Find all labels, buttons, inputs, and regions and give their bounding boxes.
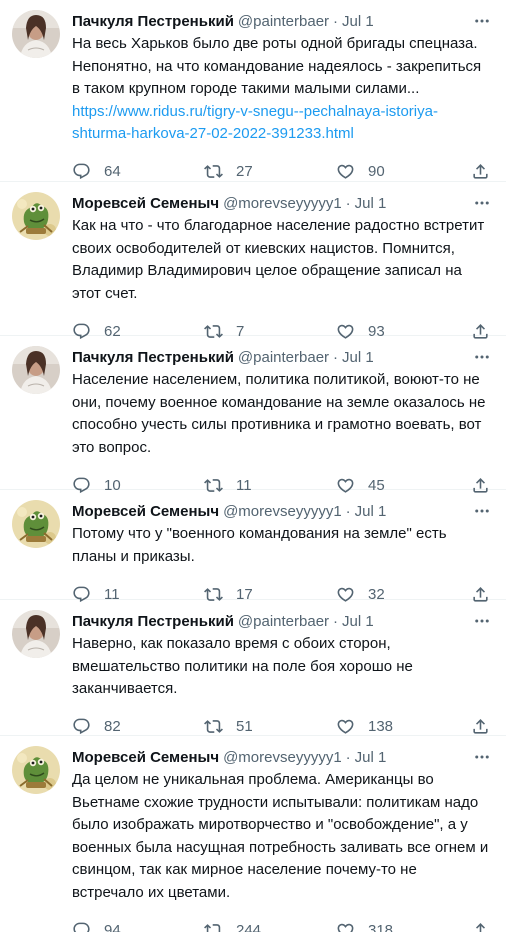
- tweet-text: Население населением, политика политикой…: [72, 369, 492, 459]
- like-icon: [337, 923, 354, 932]
- tweet-date[interactable]: Jul 1: [355, 503, 387, 520]
- tweet-date[interactable]: Jul 1: [342, 349, 374, 366]
- retweet-count: 244: [236, 921, 262, 932]
- reply-count: 64: [104, 163, 121, 180]
- more-options-button[interactable]: [472, 12, 492, 30]
- reply-icon: [73, 163, 90, 180]
- tweet-date[interactable]: Jul 1: [342, 613, 374, 630]
- author-handle[interactable]: @morevseyyyyy1: [223, 749, 342, 766]
- share-icon: [475, 922, 486, 932]
- share-icon: [473, 164, 488, 179]
- tweet-date[interactable]: Jul 1: [355, 749, 387, 766]
- separator-dot: ·: [333, 12, 339, 30]
- avatar[interactable]: [12, 10, 60, 58]
- tweet[interactable]: Моревсей Семеныч @morevseyyyyy1 · Jul 1 …: [0, 490, 506, 603]
- avatar[interactable]: [12, 346, 60, 394]
- more-options-button[interactable]: [472, 502, 492, 520]
- share-button[interactable]: [468, 162, 490, 181]
- share-button[interactable]: [468, 717, 490, 736]
- reply-icon: [73, 922, 90, 932]
- tweet[interactable]: Пачкуля Пестренький @painterbaer · Jul 1…: [0, 600, 506, 736]
- reply-icon: [73, 718, 90, 735]
- avatar[interactable]: [12, 746, 60, 794]
- tweet[interactable]: Пачкуля Пестренький @painterbaer · Jul 1…: [0, 336, 506, 494]
- more-icon: [475, 201, 489, 205]
- more-icon: [475, 619, 489, 623]
- retweet-button[interactable]: 244: [204, 921, 310, 932]
- author-name[interactable]: Моревсей Семеныч: [72, 195, 219, 212]
- tweet-text-content: На весь Харьков было две роты одной бриг…: [72, 35, 482, 97]
- retweet-count: 51: [236, 718, 253, 735]
- like-count: 318: [368, 921, 394, 932]
- share-button[interactable]: [468, 921, 490, 932]
- like-count: 90: [368, 163, 385, 180]
- retweet-icon: [204, 720, 223, 733]
- tweet-date[interactable]: Jul 1: [342, 13, 374, 30]
- separator-dot: ·: [333, 348, 339, 366]
- more-icon: [475, 755, 489, 759]
- tweet-link[interactable]: https://www.ridus.ru/tigry-v-snegu--pech…: [72, 103, 438, 143]
- separator-dot: ·: [345, 502, 351, 520]
- author-handle[interactable]: @painterbaer: [238, 349, 329, 366]
- tweet[interactable]: Моревсей Семеныч @morevseyyyyy1 · Jul 1 …: [0, 182, 506, 340]
- author-handle[interactable]: @painterbaer: [238, 13, 329, 30]
- like-icon: [337, 719, 354, 734]
- retweet-button[interactable]: 51: [204, 717, 310, 736]
- retweet-icon: [204, 165, 223, 178]
- tweet-text-content: Как на что - что благодарное население р…: [72, 217, 485, 302]
- tweet-actions: 94 244 318: [72, 910, 492, 932]
- tweet[interactable]: Моревсей Семеныч @morevseyyyyy1 · Jul 1 …: [0, 736, 506, 932]
- author-name[interactable]: Пачкуля Пестренький: [72, 613, 234, 630]
- retweet-button[interactable]: 27: [204, 162, 310, 181]
- author-handle[interactable]: @morevseyyyyy1: [223, 195, 342, 212]
- more-options-button[interactable]: [472, 612, 492, 630]
- like-button[interactable]: 138: [336, 717, 442, 736]
- author-name[interactable]: Моревсей Семеныч: [72, 749, 219, 766]
- reply-button[interactable]: 64: [72, 162, 178, 181]
- reply-count: 94: [104, 921, 121, 932]
- author-name[interactable]: Пачкуля Пестренький: [72, 13, 234, 30]
- retweet-count: 27: [236, 163, 253, 180]
- separator-dot: ·: [345, 194, 351, 212]
- author-name[interactable]: Моревсей Семеныч: [72, 503, 219, 520]
- separator-dot: ·: [345, 748, 351, 766]
- tweet-thread: Пачкуля Пестренький @painterbaer · Jul 1…: [0, 0, 506, 932]
- more-options-button[interactable]: [472, 748, 492, 766]
- tweet-text: Да целом не уникальная проблема. Америка…: [72, 769, 492, 904]
- author-name[interactable]: Пачкуля Пестренький: [72, 349, 234, 366]
- tweet-date[interactable]: Jul 1: [355, 195, 387, 212]
- tweet-text-content: Потому что у "военного командования на з…: [72, 525, 447, 565]
- more-options-button[interactable]: [472, 194, 492, 212]
- reply-button[interactable]: 82: [72, 717, 178, 736]
- tweet-text: Как на что - что благодарное население р…: [72, 215, 492, 305]
- like-count: 138: [368, 718, 394, 735]
- more-options-button[interactable]: [472, 348, 492, 366]
- like-button[interactable]: 90: [336, 162, 442, 181]
- tweet-text: На весь Харьков было две роты одной бриг…: [72, 33, 492, 146]
- more-icon: [475, 355, 489, 359]
- author-handle[interactable]: @painterbaer: [238, 613, 329, 630]
- like-icon: [337, 164, 354, 179]
- tweet-text: Наверно, как показало время с обоих стор…: [72, 633, 492, 701]
- avatar[interactable]: [12, 192, 60, 240]
- like-button[interactable]: 318: [336, 921, 442, 932]
- share-icon: [473, 719, 488, 734]
- reply-count: 82: [104, 718, 121, 735]
- separator-dot: ·: [333, 612, 339, 630]
- avatar[interactable]: [12, 500, 60, 548]
- retweet-icon: [204, 923, 222, 932]
- avatar[interactable]: [12, 610, 60, 658]
- tweet[interactable]: Пачкуля Пестренький @painterbaer · Jul 1…: [0, 0, 506, 182]
- more-icon: [475, 19, 489, 23]
- tweet-text: Потому что у "военного командования на з…: [72, 523, 492, 568]
- reply-button[interactable]: 94: [72, 921, 178, 932]
- tweet-text-content: Наверно, как показало время с обоих стор…: [72, 635, 413, 697]
- author-handle[interactable]: @morevseyyyyy1: [223, 503, 342, 520]
- more-icon: [475, 509, 489, 513]
- tweet-text-content: Население населением, политика политикой…: [72, 371, 486, 456]
- tweet-text-content: Да целом не уникальная проблема. Америка…: [72, 771, 489, 901]
